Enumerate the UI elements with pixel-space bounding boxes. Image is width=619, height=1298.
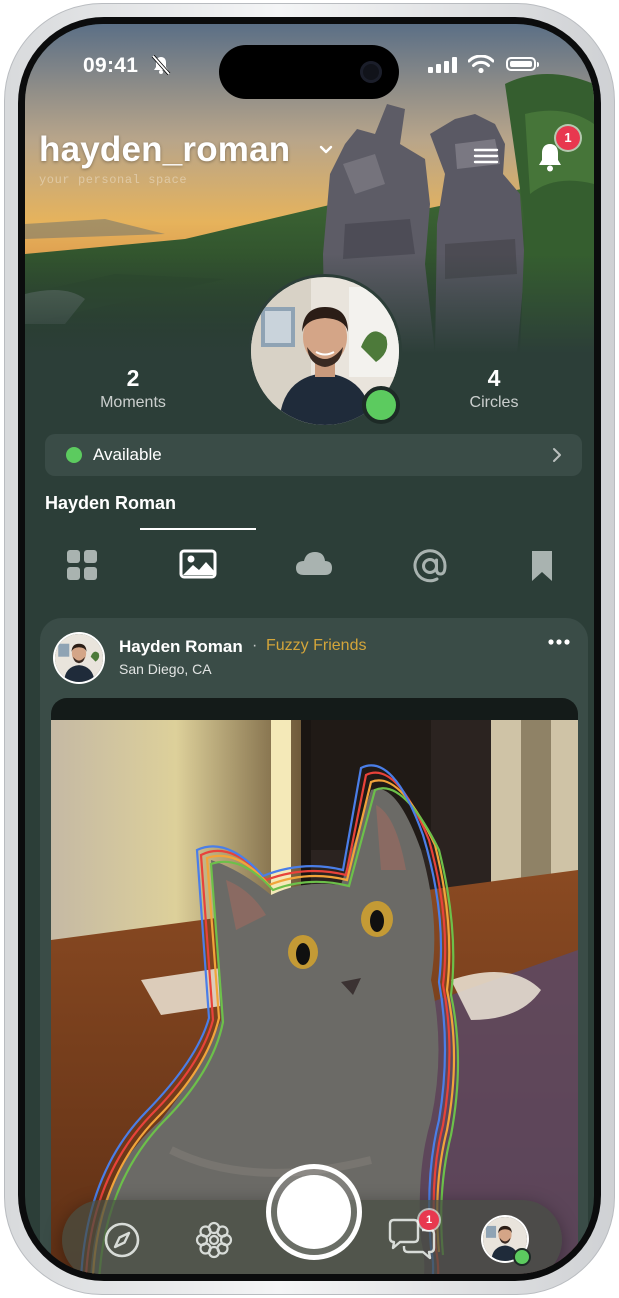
status-bar: 09:41	[25, 24, 594, 99]
battery-icon	[506, 57, 539, 71]
bookmark-icon	[532, 551, 552, 581]
availability-button[interactable]: Available	[45, 434, 582, 476]
nav-messages-button[interactable]: 1	[386, 1210, 439, 1262]
tab-photos[interactable]	[141, 529, 255, 599]
username-title[interactable]: hayden_roman	[39, 130, 290, 170]
tab-cloud[interactable]	[257, 529, 371, 599]
wifi-icon	[468, 55, 494, 73]
circles-count: 4	[487, 365, 501, 391]
circles-label: Circles	[469, 394, 519, 411]
phone-frame: 09:41 hayden_roman your personal space 1…	[4, 3, 615, 1295]
nav-online-dot	[513, 1248, 531, 1266]
status-time: 09:41	[83, 54, 139, 77]
tab-saved[interactable]	[485, 529, 594, 599]
online-status-dot	[362, 386, 400, 424]
post-author-avatar[interactable]	[55, 634, 103, 682]
chevron-right-icon	[553, 448, 561, 462]
circles-stat[interactable]: 4 Circles	[424, 364, 564, 412]
photo-icon	[179, 549, 217, 579]
content-tabs	[25, 529, 594, 599]
app-screen: 09:41 hayden_roman your personal space 1…	[25, 24, 594, 1274]
compass-icon	[104, 1222, 140, 1258]
nav-circles-button[interactable]	[194, 1220, 234, 1260]
capture-button-core	[277, 1175, 351, 1249]
hamburger-menu-icon	[473, 148, 499, 164]
at-icon	[413, 549, 447, 583]
grid-icon	[67, 550, 97, 580]
moments-label: Moments	[100, 394, 166, 411]
moments-stat[interactable]: 2 Moments	[63, 364, 203, 412]
post-more-button[interactable]	[546, 632, 572, 652]
nav-explore-button[interactable]	[102, 1220, 142, 1260]
available-dot	[66, 447, 82, 463]
menu-button[interactable]	[471, 141, 501, 171]
tab-grid[interactable]	[25, 529, 139, 599]
post-circle-name[interactable]: Fuzzy Friends	[266, 637, 366, 655]
tab-mentions[interactable]	[373, 529, 487, 599]
chevron-down-icon[interactable]	[319, 145, 333, 155]
capture-button[interactable]	[266, 1164, 362, 1260]
post-separator: ·	[252, 637, 258, 654]
dynamic-island	[219, 45, 399, 99]
notifications-button[interactable]: 1	[535, 126, 580, 174]
post-location: San Diego, CA	[119, 661, 212, 677]
more-dots-icon	[548, 639, 570, 645]
notification-badge: 1	[556, 126, 580, 150]
silent-mode-icon	[151, 55, 171, 75]
phone-bezel: 09:41 hayden_roman your personal space 1…	[18, 17, 601, 1281]
messages-badge: 1	[419, 1210, 439, 1230]
availability-label: Available	[93, 445, 162, 464]
cloud-icon	[296, 552, 332, 575]
moments-count: 2	[126, 365, 140, 391]
signal-icon	[428, 57, 457, 73]
post-author-name[interactable]: Hayden Roman	[119, 637, 243, 657]
flower-icon	[195, 1221, 233, 1259]
profile-tagline: your personal space	[39, 173, 188, 187]
profile-full-name: Hayden Roman	[45, 493, 177, 513]
camera-lens	[360, 61, 382, 83]
